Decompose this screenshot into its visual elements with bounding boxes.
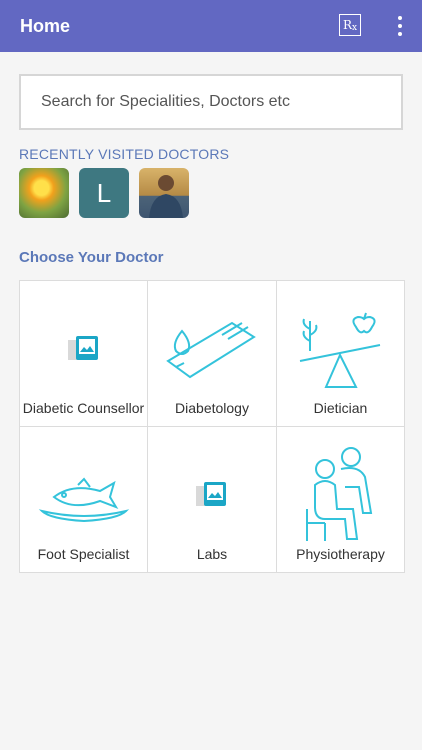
- tile-physiotherapy[interactable]: Physiotherapy: [277, 427, 404, 572]
- tile-label: Dietician: [313, 400, 368, 416]
- physiotherapy-icon: [305, 447, 372, 541]
- page-title: Home: [20, 16, 71, 36]
- fish-plate-icon: [38, 477, 129, 523]
- balance-scale-icon: [299, 312, 380, 388]
- tile-diabetology[interactable]: Diabetology: [148, 281, 277, 427]
- choose-doctor-heading: Choose Your Doctor: [19, 249, 164, 266]
- image-placeholder-icon: [67, 336, 98, 360]
- tile-diabetic-counsellor[interactable]: Diabetic Counsellor: [20, 281, 148, 427]
- app-bar: Home Rx: [0, 0, 422, 52]
- tile-label: Diabetology: [175, 400, 249, 416]
- rx-icon[interactable]: Rx: [339, 14, 361, 36]
- recent-doctor-avatar[interactable]: [19, 168, 69, 218]
- test-strip-icon: [166, 321, 256, 379]
- doctor-category-grid: Diabetic Counsellor Diabetology Dieticia…: [19, 280, 405, 573]
- image-placeholder-icon: [196, 482, 226, 506]
- more-vert-icon[interactable]: [390, 14, 410, 38]
- person-silhouette: [149, 175, 183, 218]
- recent-doctor-avatar[interactable]: [139, 168, 189, 218]
- recent-doctor-avatar[interactable]: L: [79, 168, 129, 218]
- avatar-initial: L: [96, 177, 112, 208]
- tile-label: Diabetic Counsellor: [22, 400, 145, 416]
- tile-foot-specialist[interactable]: Foot Specialist: [20, 427, 148, 572]
- recent-doctors-heading: RECENTLY VISITED DOCTORS: [19, 146, 230, 162]
- tile-labs[interactable]: Labs: [148, 427, 277, 572]
- search-input[interactable]: [19, 74, 403, 130]
- tile-label: Labs: [196, 546, 228, 562]
- tile-label: Foot Specialist: [37, 546, 130, 562]
- tile-label: Physiotherapy: [296, 546, 385, 562]
- tile-dietician[interactable]: Dietician: [277, 281, 404, 427]
